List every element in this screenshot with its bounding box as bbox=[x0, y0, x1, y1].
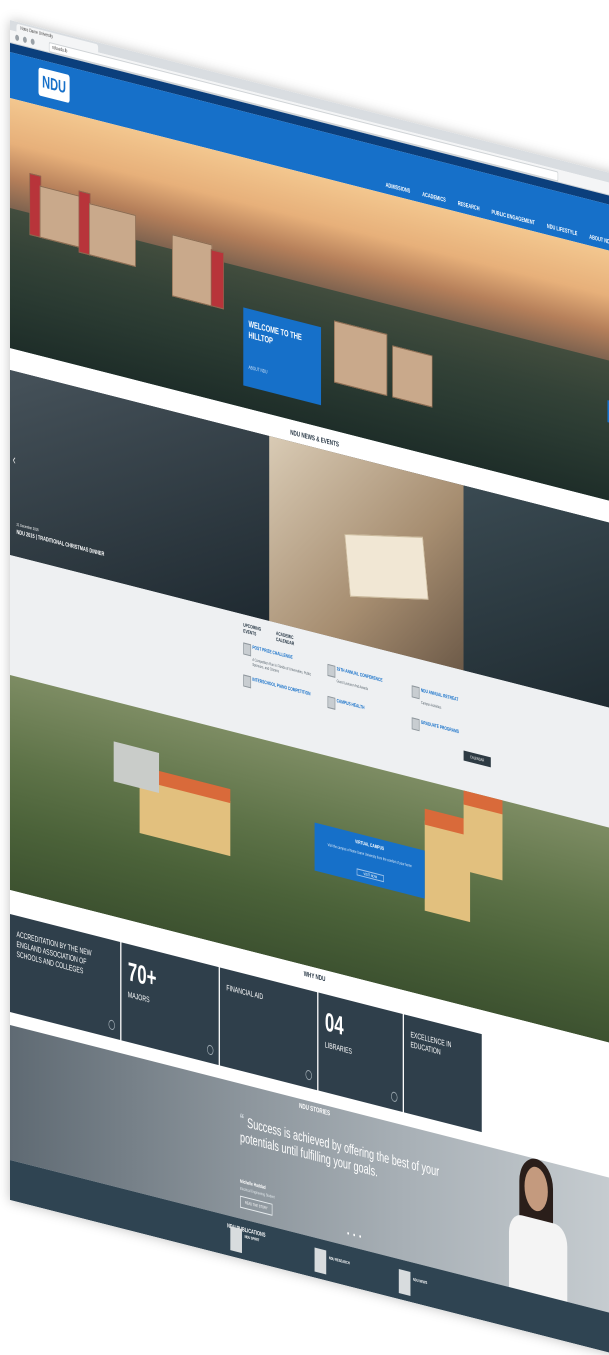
chevron-left-icon[interactable]: ‹ bbox=[13, 451, 16, 468]
read-story-button[interactable]: READ THE STORY bbox=[240, 1195, 273, 1216]
back-icon[interactable] bbox=[15, 34, 20, 42]
why-box-libraries[interactable]: 04 LIBRARIES bbox=[318, 992, 403, 1112]
arrow-circle-icon bbox=[206, 1044, 214, 1056]
story-quote: “ Success is achieved by offering the be… bbox=[240, 1110, 447, 1198]
story-quote-text: Success is achieved by offering the best… bbox=[240, 1114, 440, 1180]
publication-cover[interactable] bbox=[314, 1247, 327, 1275]
browser-window: Notre Dame University ndu.edu.lb NDU ADM… bbox=[10, 20, 609, 1355]
campus-building bbox=[113, 741, 160, 793]
ndu-logo[interactable]: NDU bbox=[38, 67, 70, 104]
event-title: GRADUATE PROGRAMS bbox=[420, 719, 459, 736]
arrow-circle-icon bbox=[391, 1091, 398, 1103]
campus-building bbox=[392, 345, 433, 408]
forward-icon[interactable] bbox=[22, 36, 27, 44]
nav-item-academics[interactable]: ACADEMICS bbox=[422, 192, 446, 204]
welcome-title: WELCOME TO THE HILLTOP bbox=[248, 318, 302, 346]
why-box-excellence[interactable]: EXCELLENCE IN EDUCATION bbox=[403, 1014, 482, 1133]
calendar-button[interactable]: CALENDAR bbox=[463, 750, 491, 768]
event-item[interactable]: GRADUATE PROGRAMS bbox=[411, 717, 483, 735]
why-box-text: LIBRARIES bbox=[324, 1040, 353, 1057]
why-box-text: MAJORS bbox=[127, 990, 150, 1005]
event-title: CAMPUS HEALTH bbox=[336, 698, 365, 712]
student-photo bbox=[502, 1150, 573, 1303]
campus-building bbox=[210, 249, 224, 310]
why-box-text: EXCELLENCE IN EDUCATION bbox=[410, 1029, 452, 1057]
campus-building bbox=[334, 320, 388, 397]
why-box-number: 70+ bbox=[127, 956, 157, 994]
why-box-financial-aid[interactable]: FINANCIAL AID bbox=[219, 967, 318, 1091]
why-box-text: FINANCIAL AID bbox=[226, 983, 264, 1002]
nav-item-about[interactable]: ABOUT NDU bbox=[589, 235, 609, 247]
why-box-accreditation[interactable]: ACCREDITATION BY THE NEW ENGLAND ASSOCIA… bbox=[10, 914, 121, 1041]
publication-cover[interactable] bbox=[230, 1226, 242, 1254]
calendar-icon bbox=[411, 717, 420, 732]
arrow-circle-icon bbox=[305, 1069, 312, 1081]
news-title: NDU 2015 | TRADITIONAL CHRISTMAS DINNER bbox=[16, 529, 105, 559]
publication-label[interactable]: NDU NEWS bbox=[413, 1277, 452, 1292]
arrow-circle-icon bbox=[108, 1019, 115, 1031]
nav-item-admissions[interactable]: ADMISSIONS bbox=[386, 183, 411, 195]
event-item[interactable]: CAMPUS HEALTH bbox=[327, 695, 399, 714]
nav-item-research[interactable]: RESEARCH bbox=[458, 201, 480, 213]
calendar-icon bbox=[243, 642, 252, 657]
reload-icon[interactable] bbox=[30, 38, 35, 46]
why-box-number: 04 bbox=[324, 1006, 344, 1041]
publication-cover[interactable] bbox=[398, 1269, 411, 1296]
virtual-tour-card[interactable]: VIRTUAL CAMPUS Visit the campus of Notre… bbox=[314, 822, 425, 899]
calendar-icon bbox=[327, 695, 336, 710]
campus-building bbox=[172, 234, 213, 307]
calendar-icon bbox=[327, 663, 336, 678]
calendar-icon bbox=[243, 674, 252, 689]
tab-upcoming-events[interactable]: UPCOMING EVENTS bbox=[243, 622, 264, 639]
event-item[interactable]: 19TH ANNUAL CONFERENCE Guest Lecturer An… bbox=[327, 663, 399, 691]
tab-academic-calendar[interactable]: ACADEMIC CALENDAR bbox=[276, 631, 297, 648]
why-box-majors[interactable]: 70+ MAJORS bbox=[121, 942, 219, 1066]
open-book-image bbox=[344, 533, 429, 600]
publication-label[interactable]: NDU RESEARCH bbox=[329, 1255, 368, 1270]
page-stage: Notre Dame University ndu.edu.lb NDU ADM… bbox=[0, 0, 609, 1355]
about-link[interactable]: ABOUT NDU bbox=[248, 365, 267, 376]
campus-building bbox=[39, 185, 80, 248]
carousel-dots[interactable]: ● ● ● bbox=[347, 1231, 363, 1241]
visit-button[interactable]: VISIT NOW bbox=[356, 868, 384, 883]
event-item[interactable]: NDU ANNUAL RETREAT Campus Activities bbox=[411, 685, 483, 710]
why-box-text: ACCREDITATION BY THE NEW ENGLAND ASSOCIA… bbox=[16, 929, 92, 976]
calendar-icon bbox=[411, 685, 420, 700]
